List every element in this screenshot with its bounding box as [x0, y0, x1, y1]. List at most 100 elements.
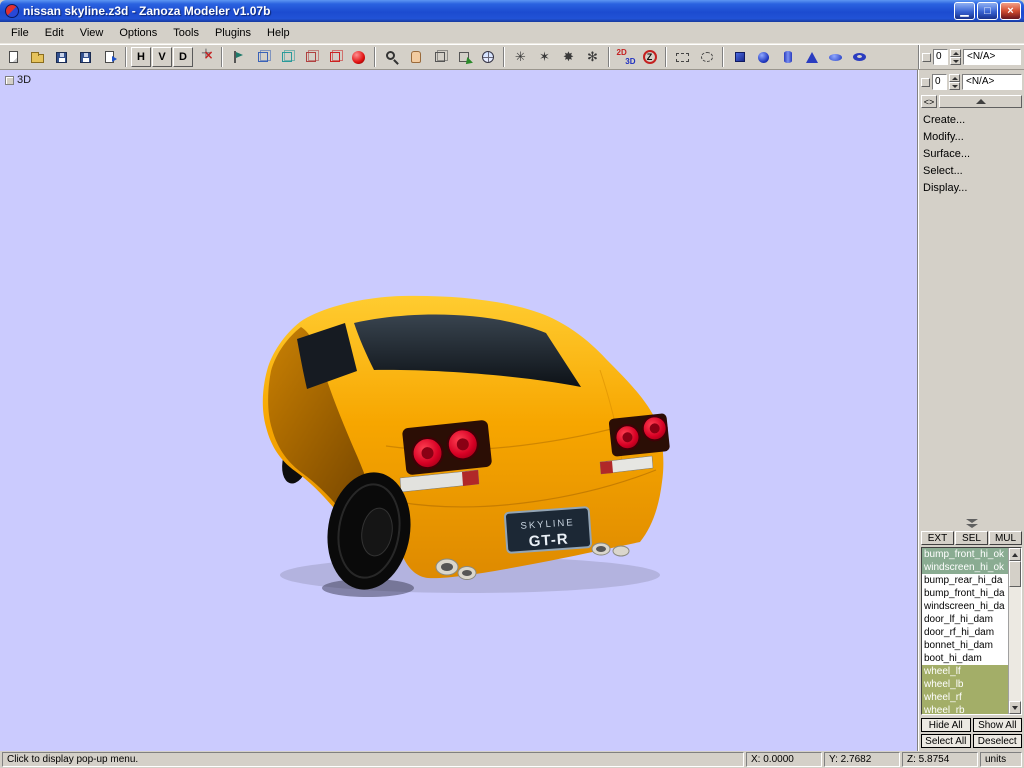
create-sphere-button[interactable] [752, 46, 775, 68]
create-disc-button[interactable] [824, 46, 847, 68]
menu-plugins[interactable]: Plugins [207, 24, 259, 42]
scrollbar-thumb[interactable] [1009, 561, 1021, 587]
object-item[interactable]: door_rf_hi_dam [922, 626, 1008, 639]
select-all-button[interactable]: Select All [921, 734, 971, 748]
delete-button[interactable] [194, 46, 217, 68]
object-item[interactable]: wheel_rf [922, 691, 1008, 704]
scroll-down-icon[interactable] [1009, 701, 1021, 714]
viewport-name: 3D [17, 74, 31, 86]
spinner-value-field[interactable]: 0 [933, 49, 948, 65]
panel-menu-select[interactable]: Select... [921, 163, 1022, 180]
spinner-value-field[interactable]: 0 [932, 74, 947, 90]
spinner-dropdown[interactable]: <N/A> [962, 74, 1022, 90]
right-panel: 0 <N/A> <> Create...Modify...Surface...S… [918, 70, 1024, 751]
scale-tool-button[interactable]: ✸ [557, 46, 580, 68]
list-scrollbar[interactable] [1008, 548, 1021, 714]
spinner-handle-icon[interactable] [921, 78, 930, 87]
rotate-tool-button[interactable]: ✶ [533, 46, 556, 68]
save-file-button[interactable] [50, 46, 73, 68]
object-item[interactable]: door_lf_hi_dam [922, 613, 1008, 626]
vertices-level-button[interactable] [227, 46, 250, 68]
object-item[interactable]: bump_front_hi_ok [922, 548, 1008, 561]
create-cone-button[interactable] [800, 46, 823, 68]
object-item[interactable]: bump_front_hi_da [922, 587, 1008, 600]
menu-options[interactable]: Options [111, 24, 165, 42]
open-file-icon [31, 54, 44, 63]
scroll-up-icon[interactable] [1009, 548, 1021, 561]
panel-menu-surface[interactable]: Surface... [921, 146, 1022, 163]
object-item[interactable]: windscreen_hi_da [922, 600, 1008, 613]
export-button[interactable] [98, 46, 121, 68]
spinner-down-icon[interactable] [950, 57, 961, 65]
scrollbar-track[interactable] [1009, 561, 1021, 701]
spinner-handle-icon[interactable] [922, 53, 931, 62]
surfaces-level-button[interactable] [299, 46, 322, 68]
menu-file[interactable]: File [3, 24, 37, 42]
object-item[interactable]: boot_hi_dam [922, 652, 1008, 665]
panel-splitter[interactable] [921, 515, 1022, 531]
orbit-view-button[interactable] [428, 46, 451, 68]
vertices-level-icon [233, 51, 244, 63]
object-item[interactable]: bonnet_hi_dam [922, 639, 1008, 652]
object-item[interactable]: wheel_lf [922, 665, 1008, 678]
spinner-up-icon[interactable] [950, 49, 961, 57]
panel-menu-display[interactable]: Display... [921, 180, 1022, 197]
close-button[interactable]: × [1000, 2, 1021, 20]
spinner-dropdown[interactable]: <N/A> [963, 49, 1021, 65]
perspective-view-button[interactable] [476, 46, 499, 68]
maximize-button[interactable]: □ [977, 2, 998, 20]
objects-level-button[interactable] [323, 46, 346, 68]
sel-mode-button[interactable]: SEL [955, 531, 988, 545]
panel-menu-modify[interactable]: Modify... [921, 129, 1022, 146]
ext-mode-button[interactable]: EXT [921, 531, 954, 545]
minimize-button[interactable]: ▁ [954, 2, 975, 20]
car-object[interactable]: SKYLINE GT-R [263, 296, 670, 597]
title-bar[interactable]: nissan skyline.z3d - Zanoza Modeler v1.0… [0, 0, 1024, 22]
create-box-button[interactable] [728, 46, 751, 68]
object-item[interactable]: windscreen_hi_ok [922, 561, 1008, 574]
detached-views-button[interactable]: D [173, 47, 193, 67]
menu-edit[interactable]: Edit [37, 24, 72, 42]
viewport-3d[interactable]: SKYLINE GT-R [0, 70, 918, 751]
z-axis-button[interactable]: Z [638, 46, 661, 68]
panel-collapse-button[interactable] [939, 95, 1022, 108]
panel-menu-create[interactable]: Create... [921, 112, 1022, 129]
vertical-views-button[interactable]: V [152, 47, 172, 67]
menu-tools[interactable]: Tools [165, 24, 207, 42]
pan-tool-button[interactable] [404, 46, 427, 68]
move-tool-button[interactable]: ✳ [509, 46, 532, 68]
new-file-button[interactable] [2, 46, 25, 68]
chevron-down-icon [966, 519, 978, 523]
select-rectangle-button[interactable] [671, 46, 694, 68]
coordinate-spinner-top: 0 <N/A> [922, 49, 1021, 65]
viewport-menu-icon[interactable] [5, 76, 14, 85]
spinner-down-icon[interactable] [949, 82, 960, 90]
select-circle-button[interactable] [695, 46, 718, 68]
object-item[interactable]: bump_rear_hi_da [922, 574, 1008, 587]
object-item[interactable]: wheel_lb [922, 678, 1008, 691]
horizontal-views-button[interactable]: H [131, 47, 151, 67]
hide-all-button[interactable]: Hide All [921, 718, 971, 732]
polygons-level-button[interactable] [275, 46, 298, 68]
status-y-coordinate: Y: 2.7682 [824, 752, 900, 767]
create-cylinder-button[interactable] [776, 46, 799, 68]
create-torus-button[interactable] [848, 46, 871, 68]
viewport-label[interactable]: 3D [5, 74, 31, 86]
open-file-button[interactable] [26, 46, 49, 68]
mul-mode-button[interactable]: MUL [989, 531, 1022, 545]
menu-help[interactable]: Help [259, 24, 298, 42]
show-all-button[interactable]: Show All [973, 718, 1023, 732]
material-editor-button[interactable] [347, 46, 370, 68]
edges-level-button[interactable] [251, 46, 274, 68]
delete-icon [200, 51, 212, 63]
toggle-2d3d-button[interactable]: 2D3D [614, 46, 637, 68]
zoom-extents-button[interactable] [452, 46, 475, 68]
save-as-button[interactable] [74, 46, 97, 68]
spinner-up-icon[interactable] [949, 74, 960, 82]
zoom-tool-button[interactable] [380, 46, 403, 68]
object-item[interactable]: wheel_rb [922, 704, 1008, 714]
mirror-tool-button[interactable]: ✻ [581, 46, 604, 68]
menu-view[interactable]: View [72, 24, 112, 42]
deselect-button[interactable]: Deselect [973, 734, 1023, 748]
panel-toggle-button[interactable]: <> [921, 95, 937, 108]
